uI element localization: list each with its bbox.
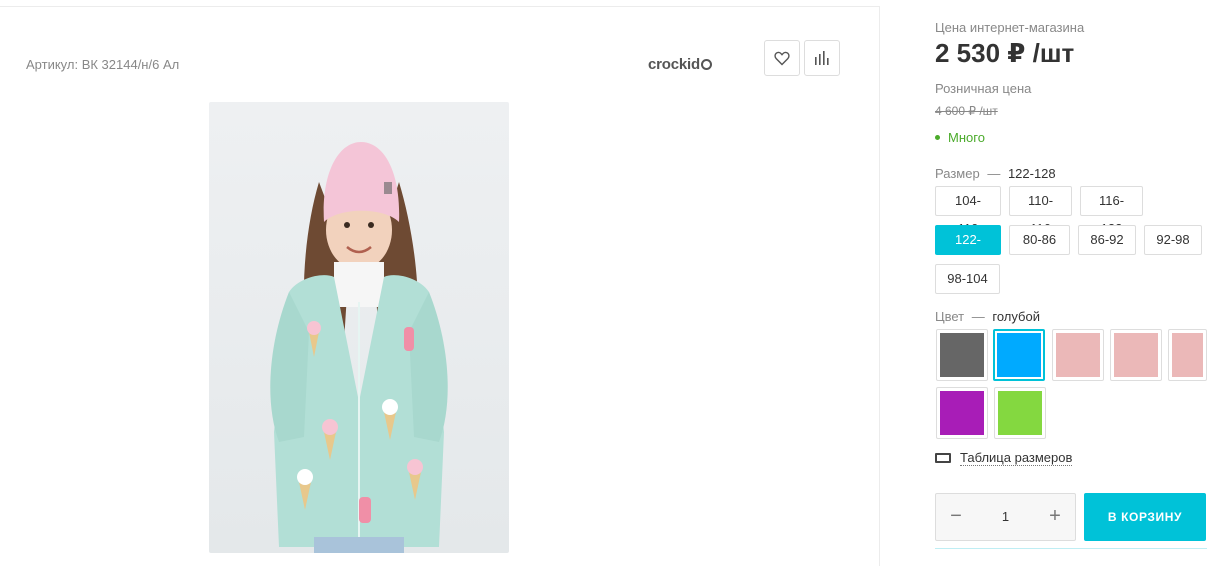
size-label: Размер xyxy=(935,166,980,181)
stock-status: Много xyxy=(935,130,985,145)
color-swatch[interactable] xyxy=(936,329,988,381)
quantity-increase-button[interactable]: + xyxy=(1035,494,1075,540)
add-to-cart-button[interactable]: В КОРЗИНУ xyxy=(1084,493,1206,541)
color-swatch[interactable] xyxy=(1168,329,1207,381)
brand-mark-icon xyxy=(700,59,712,70)
divider xyxy=(935,548,1207,552)
size-table-link[interactable]: Таблица размеров xyxy=(935,450,1073,466)
quantity-stepper: − 1 + xyxy=(935,493,1076,541)
color-swatch[interactable] xyxy=(936,387,988,439)
size-option[interactable]: 86-92 xyxy=(1078,225,1136,255)
size-option[interactable]: 116-122 xyxy=(1080,186,1143,236)
size-option[interactable]: 98-104 xyxy=(935,264,1000,294)
product-purchase-panel: Цена интернет-магазина 2 530 ₽ /шт Розни… xyxy=(935,0,1207,552)
color-swatch[interactable] xyxy=(1110,329,1162,381)
online-price-label: Цена интернет-магазина xyxy=(935,20,1085,35)
brand-name: crockid xyxy=(648,56,700,73)
online-price: 2 530 ₽ /шт xyxy=(935,38,1075,68)
article-number: Артикул: ВК 32144/н/6 Ал xyxy=(26,57,180,72)
color-selected-value: голубой xyxy=(992,309,1040,324)
color-swatch[interactable] xyxy=(1052,329,1104,381)
girl-jacket-illustration xyxy=(270,142,448,553)
size-option-selected[interactable]: 122-128 xyxy=(935,225,1001,275)
size-option[interactable]: 110-116 xyxy=(1009,186,1072,236)
color-swatch-selected[interactable] xyxy=(993,329,1045,381)
size-option[interactable]: 80-86 xyxy=(1009,225,1070,255)
add-to-compare-button[interactable] xyxy=(804,40,840,76)
quantity-value[interactable]: 1 xyxy=(976,494,1035,540)
size-property-row: Размер — 122-128 xyxy=(935,166,1056,181)
product-gallery-card: Артикул: ВК 32144/н/6 Ал crockid xyxy=(0,6,880,566)
size-dash: — xyxy=(987,166,1001,181)
retail-price-label: Розничная цена xyxy=(935,81,1032,96)
brand-logo: crockid xyxy=(648,56,712,73)
product-photo[interactable] xyxy=(209,102,509,553)
quantity-decrease-button[interactable]: − xyxy=(936,494,976,540)
size-selected-value: 122-128 xyxy=(1007,166,1056,181)
ruler-icon xyxy=(935,453,951,463)
retail-price: 4 600 ₽ /шт xyxy=(935,104,998,118)
size-option[interactable]: 92-98 xyxy=(1144,225,1202,255)
color-property-row: Цвет — голубой xyxy=(935,309,1040,324)
size-table-label: Таблица размеров xyxy=(960,450,1073,466)
bar-chart-icon xyxy=(815,51,829,65)
stock-text: Много xyxy=(948,130,985,145)
size-option[interactable]: 104-110 xyxy=(935,186,1001,236)
color-dash: — xyxy=(971,309,985,324)
color-swatch[interactable] xyxy=(994,387,1046,439)
add-to-favorites-button[interactable] xyxy=(764,40,800,76)
color-label: Цвет xyxy=(935,309,965,324)
heart-icon xyxy=(774,51,790,65)
stock-dot-icon xyxy=(935,135,940,140)
